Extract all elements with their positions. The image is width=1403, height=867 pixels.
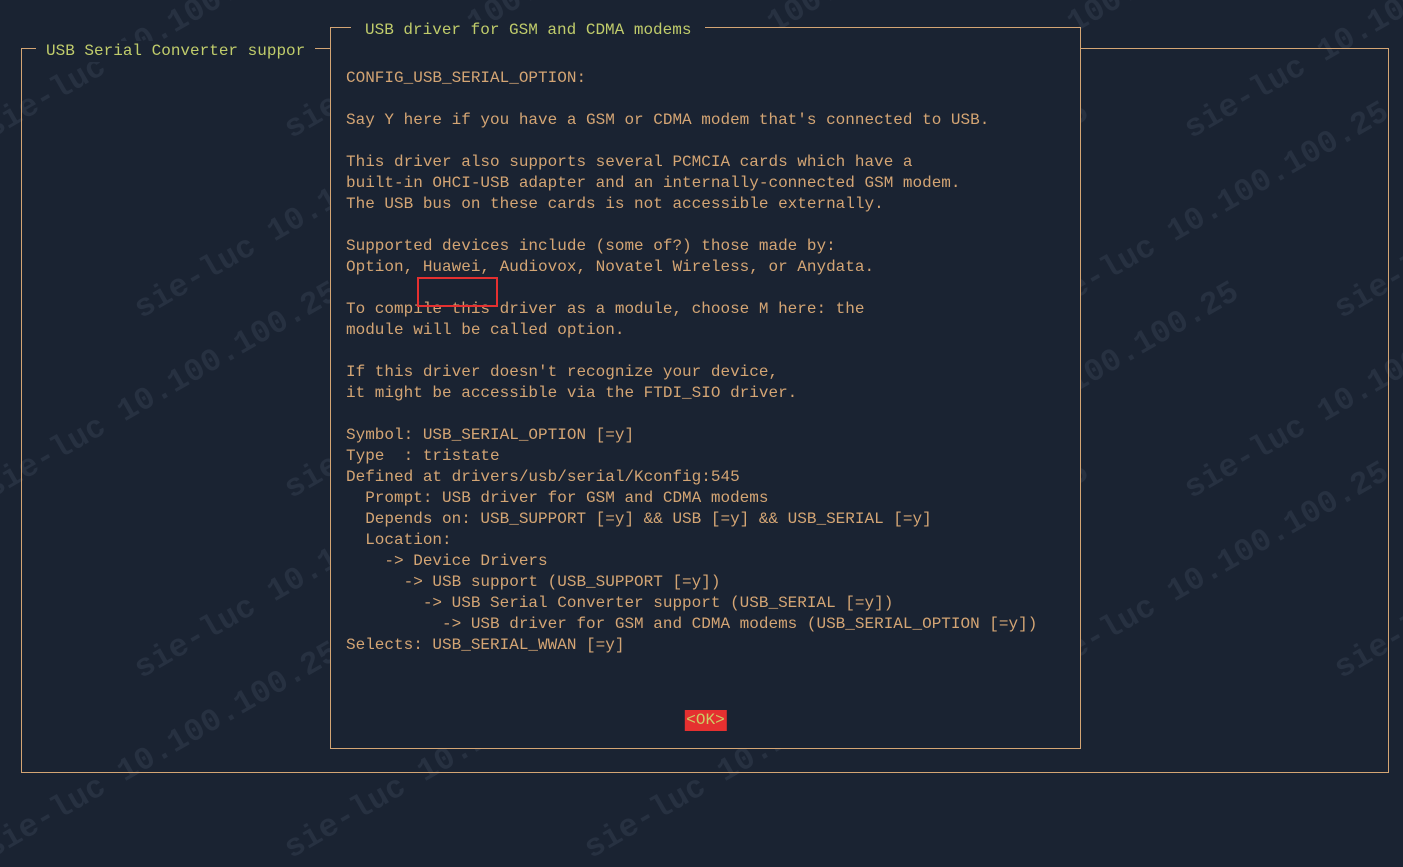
ok-button[interactable]: <OK> bbox=[684, 710, 726, 731]
help-text-content: CONFIG_USB_SERIAL_OPTION: Say Y here if … bbox=[346, 68, 1070, 656]
outer-window-title: USB Serial Converter suppor bbox=[36, 41, 315, 62]
help-dialog-border: USB driver for GSM and CDMA modems CONFI… bbox=[330, 27, 1081, 749]
help-dialog-title: USB driver for GSM and CDMA modems bbox=[351, 20, 705, 41]
